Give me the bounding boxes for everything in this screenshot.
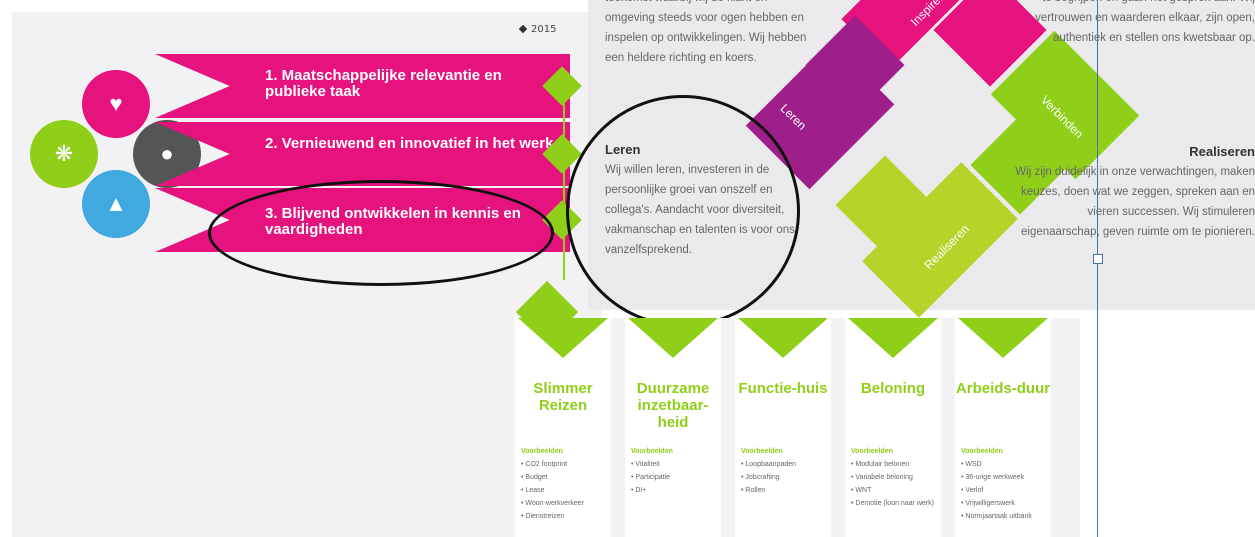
year-label: 2015 — [520, 24, 556, 35]
list-item: Budget — [521, 471, 584, 484]
circle-green: ❋ — [30, 120, 98, 188]
realiseren-block: Realiseren Wij zijn duidelijk in onze ver… — [1015, 142, 1255, 242]
resize-handle[interactable] — [1093, 254, 1103, 264]
list-item: Participatie — [631, 471, 670, 484]
card-title: Duurzame inzetbaar-heid — [636, 380, 710, 431]
windmill-icon: ❋ — [54, 141, 74, 166]
card-title: Beloning — [860, 380, 926, 397]
list-item: Verlof — [961, 484, 1032, 497]
card-duurzame-inzetbaarheid: Duurzame inzetbaar-heid Voorbeelden Vitali… — [625, 318, 721, 537]
list-item: WNT — [851, 484, 934, 497]
banner-2-text: 2. Vernieuwend en innovatief in het werk — [265, 135, 554, 152]
list-item: Normjaartaak uitbank — [961, 510, 1032, 523]
bag-icon: ● — [160, 141, 174, 166]
highlight-ellipse-leren — [566, 95, 800, 327]
list-item: Jobcrafting — [741, 471, 796, 484]
list-item: Modulair belonen — [851, 458, 934, 471]
list-item: Variabele beloning — [851, 471, 934, 484]
list-item: WSD — [961, 458, 1032, 471]
list-item: Lease — [521, 484, 584, 497]
card-title: Arbeids-duur — [955, 380, 1051, 397]
list-item: 36-urige werkweek — [961, 471, 1032, 484]
handshake-icon: ♥ — [109, 91, 123, 116]
card-sub: Voorbeelden — [631, 448, 673, 455]
card-sub: Voorbeelden — [521, 448, 563, 455]
card-functiehuis: Functie-huis Voorbeelden LoopbaanpadenJobc… — [735, 318, 831, 537]
weight-icon: ▲ — [105, 191, 127, 216]
verbinden-text: te begrijpen en gaan het gesprek aan. Wi… — [1035, 0, 1255, 44]
list-item: Woon-werkverkeer — [521, 497, 584, 510]
list-item: Dienstreizen — [521, 510, 584, 523]
clock-icon — [958, 318, 1048, 358]
list-item: Vitaliteit — [631, 458, 670, 471]
list-item: CO2 footprint — [521, 458, 584, 471]
realiseren-body: Wij zijn duidelijk in onze verwachtingen… — [1015, 166, 1255, 238]
list-item: DI+ — [631, 484, 670, 497]
coin-icon — [848, 318, 938, 358]
highlight-ellipse-banner — [208, 180, 554, 286]
card-sub: Voorbeelden — [851, 448, 893, 455]
plant-icon — [628, 318, 718, 358]
card-title: Slimmer Reizen — [533, 380, 593, 414]
card-sub: Voorbeelden — [741, 448, 783, 455]
card-arbeidsduur: Arbeids-duur Voorbeelden WSD36-urige werkw… — [955, 318, 1051, 537]
card-sub: Voorbeelden — [961, 448, 1003, 455]
realiseren-title: Realiseren — [1189, 144, 1255, 159]
card-slimmer-reizen: Slimmer Reizen Voorbeelden CO2 footprintBu… — [515, 318, 611, 537]
intro-text: toekomst waarbij wij de klant en omgevin… — [605, 0, 807, 64]
list-item: Rollen — [741, 484, 796, 497]
circle-blue: ▲ — [82, 170, 150, 238]
card-title: Functie-huis — [738, 380, 828, 397]
list-item: Loopbaanpaden — [741, 458, 796, 471]
list-item: Demotie (loon naar werk) — [851, 497, 934, 510]
house-icon — [738, 318, 828, 358]
list-item: Vrijwilligerswerk — [961, 497, 1032, 510]
card-beloning: Beloning Voorbeelden Modulair belonenVaria… — [845, 318, 941, 537]
selection-guide-line[interactable] — [1097, 0, 1098, 537]
banner-1-text: 1. Maatschappelijke relevantie en publie… — [265, 67, 502, 100]
circle-pink: ♥ — [82, 70, 150, 138]
